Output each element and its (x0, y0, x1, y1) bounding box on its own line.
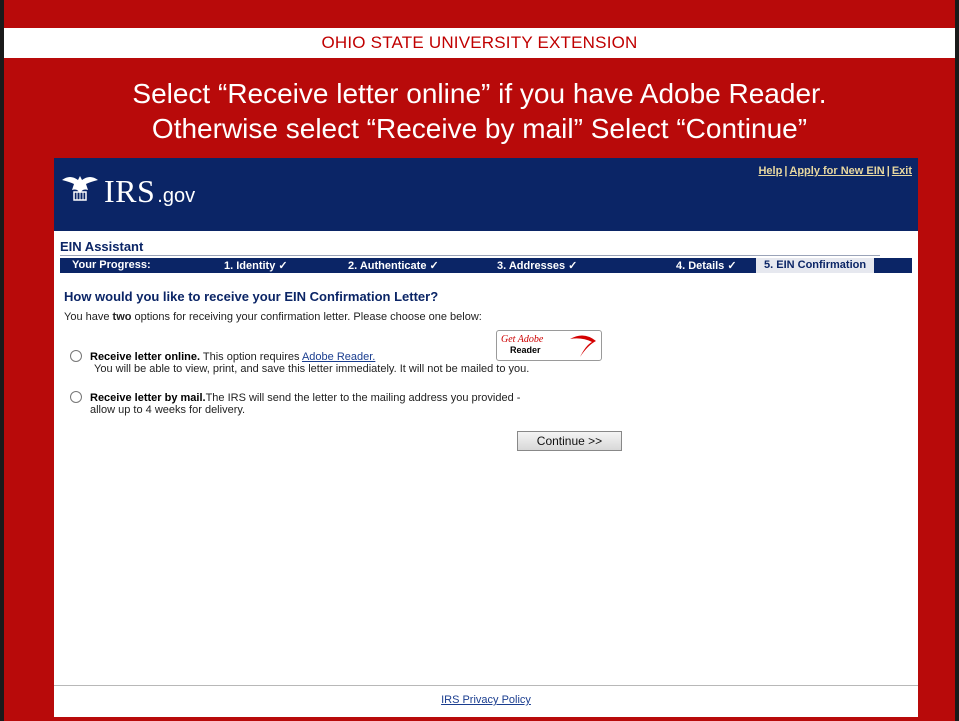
irs-eagle-icon (62, 176, 98, 201)
progress-label: Your Progress: (72, 259, 151, 271)
exit-link[interactable]: Exit (892, 165, 912, 177)
slide-header-strip: OHIO STATE UNIVERSITY EXTENSION (4, 28, 955, 58)
footer-divider (54, 685, 918, 686)
slide-heading-line2: Otherwise select “Receive by mail” Selec… (151, 113, 808, 144)
progress-step-authenticate: 2. Authenticate ✓ (348, 260, 439, 272)
adobe-reader-text: Reader (510, 345, 541, 355)
irs-logo[interactable]: IRS .gov (60, 172, 195, 210)
receive-by-mail-radio[interactable] (70, 391, 82, 403)
irs-logo-suffix: .gov (157, 185, 196, 207)
intro-post: options for receiving your confirmation … (131, 311, 482, 323)
irs-privacy-policy-link[interactable]: IRS Privacy Policy (441, 694, 531, 706)
apply-new-ein-link[interactable]: Apply for New EIN (789, 165, 884, 177)
progress-step-identity: 1. Identity ✓ (224, 260, 288, 272)
slide-header-title: OHIO STATE UNIVERSITY EXTENSION (321, 33, 638, 52)
irs-header: IRS .gov Help | Apply for New EIN | Exit (54, 158, 918, 231)
intro-bold: two (112, 311, 132, 323)
link-separator: | (886, 165, 890, 177)
footer: IRS Privacy Policy (54, 694, 918, 706)
adobe-reader-link[interactable]: Adobe Reader. (302, 351, 375, 363)
receive-online-text: This option requires (200, 351, 302, 363)
continue-button[interactable]: Continue >> (517, 431, 622, 451)
irs-logo-text: IRS (104, 173, 156, 209)
receive-by-mail-title: Receive letter by mail. (90, 392, 206, 404)
receive-by-mail-subtext: allow up to 4 weeks for delivery. (90, 404, 246, 416)
slide-heading-line1: Select “Receive letter online” if you ha… (132, 78, 827, 109)
intro-text: You have two options for receiving your … (64, 311, 482, 323)
receive-online-radio[interactable] (70, 350, 82, 362)
intro-pre: You have (64, 311, 113, 323)
receive-by-mail-text: The IRS will send the letter to the mail… (205, 392, 521, 404)
section-divider (60, 255, 880, 256)
receive-by-mail-option: Receive letter by mail.The IRS will send… (90, 392, 630, 416)
help-link[interactable]: Help (758, 165, 782, 177)
receive-online-title: Receive letter online. (90, 351, 201, 363)
get-adobe-reader-button[interactable]: Get Adobe Reader (496, 330, 602, 361)
adobe-get-text: Get Adobe (501, 334, 544, 345)
progress-step-ein-confirmation: 5. EIN Confirmation (756, 258, 875, 273)
link-separator: | (784, 165, 788, 177)
top-links: Help | Apply for New EIN | Exit (758, 165, 912, 177)
progress-step-details: 4. Details ✓ (676, 260, 737, 272)
progress-step-addresses: 3. Addresses ✓ (497, 260, 578, 272)
receive-online-subtext: You will be able to view, print, and sav… (94, 363, 530, 375)
section-title: EIN Assistant (60, 239, 144, 254)
adobe-reader-icon (570, 335, 596, 357)
progress-bar: Your Progress: 1. Identity ✓ 2. Authenti… (60, 258, 912, 273)
question-heading: How would you like to receive your EIN C… (64, 289, 439, 304)
irs-screenshot: IRS .gov Help | Apply for New EIN | Exit EIN… (54, 158, 918, 717)
